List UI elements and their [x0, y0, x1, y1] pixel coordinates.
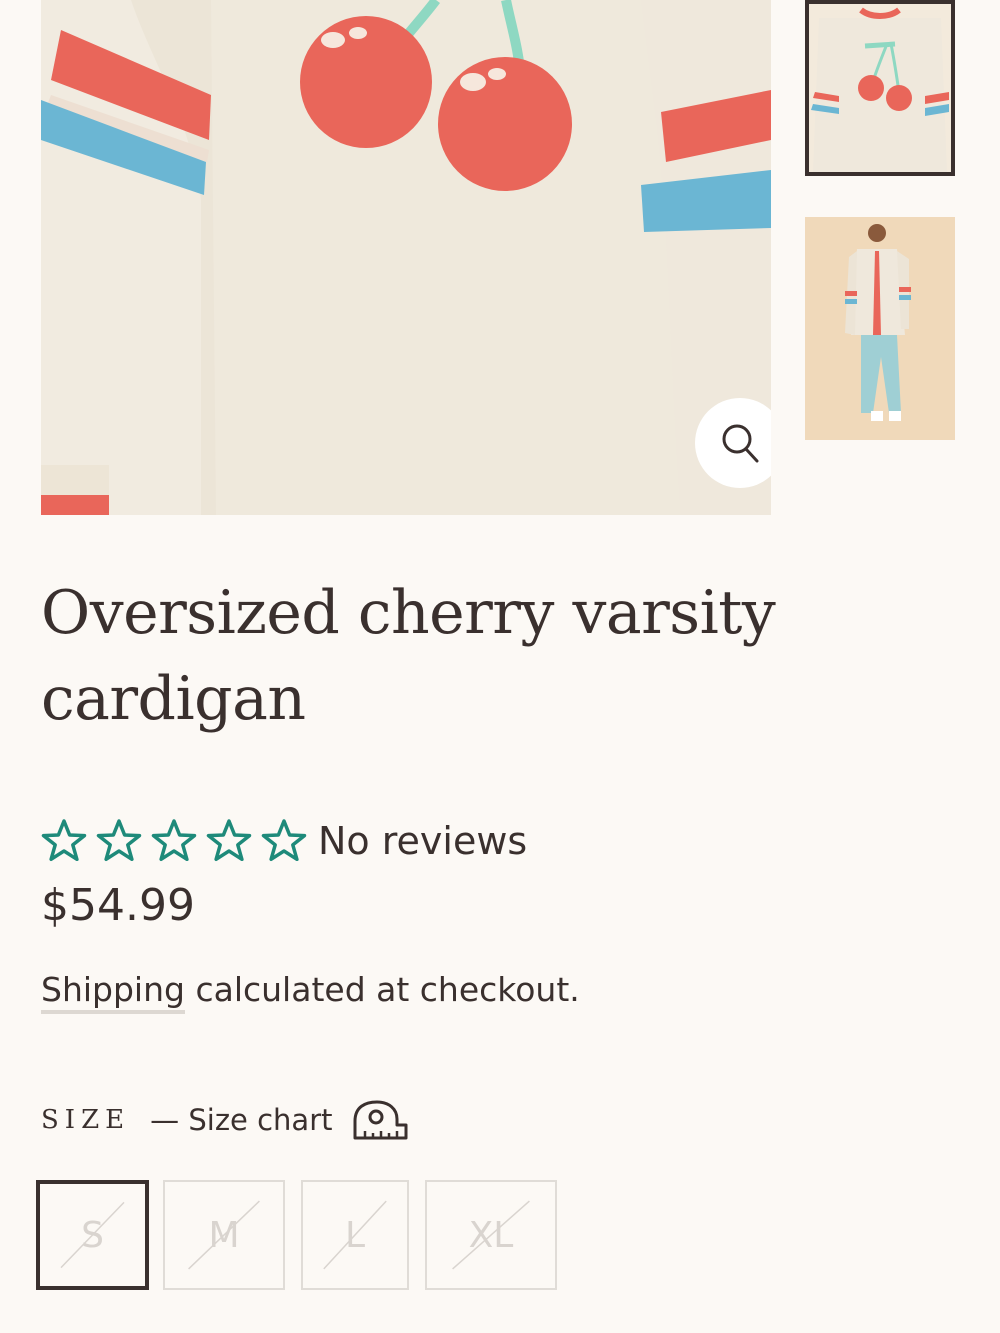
main-product-image[interactable] — [41, 0, 771, 515]
thumbnail-back-image — [809, 4, 951, 172]
size-option-label: L — [344, 1214, 366, 1256]
star-icon — [206, 819, 252, 862]
magnifier-icon — [722, 424, 759, 463]
thumbnail-back-view[interactable] — [805, 0, 955, 176]
size-header: SIZE — Size chart — [41, 1098, 409, 1142]
product-price: $54.99 — [41, 880, 195, 931]
size-option-label: S — [81, 1214, 104, 1256]
size-label: SIZE — [41, 1105, 131, 1135]
shipping-note: Shipping calculated at checkout. — [41, 970, 580, 1014]
size-option-label: M — [208, 1214, 240, 1256]
product-title: Oversized cherry varsity cardigan — [41, 578, 776, 734]
shipping-link[interactable]: Shipping — [41, 970, 185, 1014]
size-option-label: XL — [468, 1214, 514, 1256]
measuring-tape-icon — [353, 1100, 407, 1140]
rating-stars — [41, 818, 316, 864]
size-option-l[interactable]: L — [301, 1180, 409, 1290]
size-option-m[interactable]: M — [163, 1180, 285, 1290]
star-icon — [151, 819, 197, 862]
size-option-xl[interactable]: XL — [425, 1180, 557, 1290]
cardigan-back-photo — [41, 0, 771, 515]
thumbnail-full-body-view[interactable] — [805, 217, 955, 440]
size-option-s[interactable]: S — [36, 1180, 149, 1290]
star-icon — [96, 819, 142, 862]
shipping-text: calculated at checkout. — [195, 970, 580, 1009]
size-chart-link[interactable]: — Size chart — [150, 1099, 408, 1141]
thumbnail-full-body-image — [805, 217, 955, 440]
star-icon — [41, 819, 87, 862]
star-icon — [261, 819, 307, 862]
rating-widget[interactable]: No reviews — [41, 815, 527, 867]
rating-text: No reviews — [318, 819, 528, 863]
size-chart-text: — Size chart — [150, 1103, 333, 1137]
